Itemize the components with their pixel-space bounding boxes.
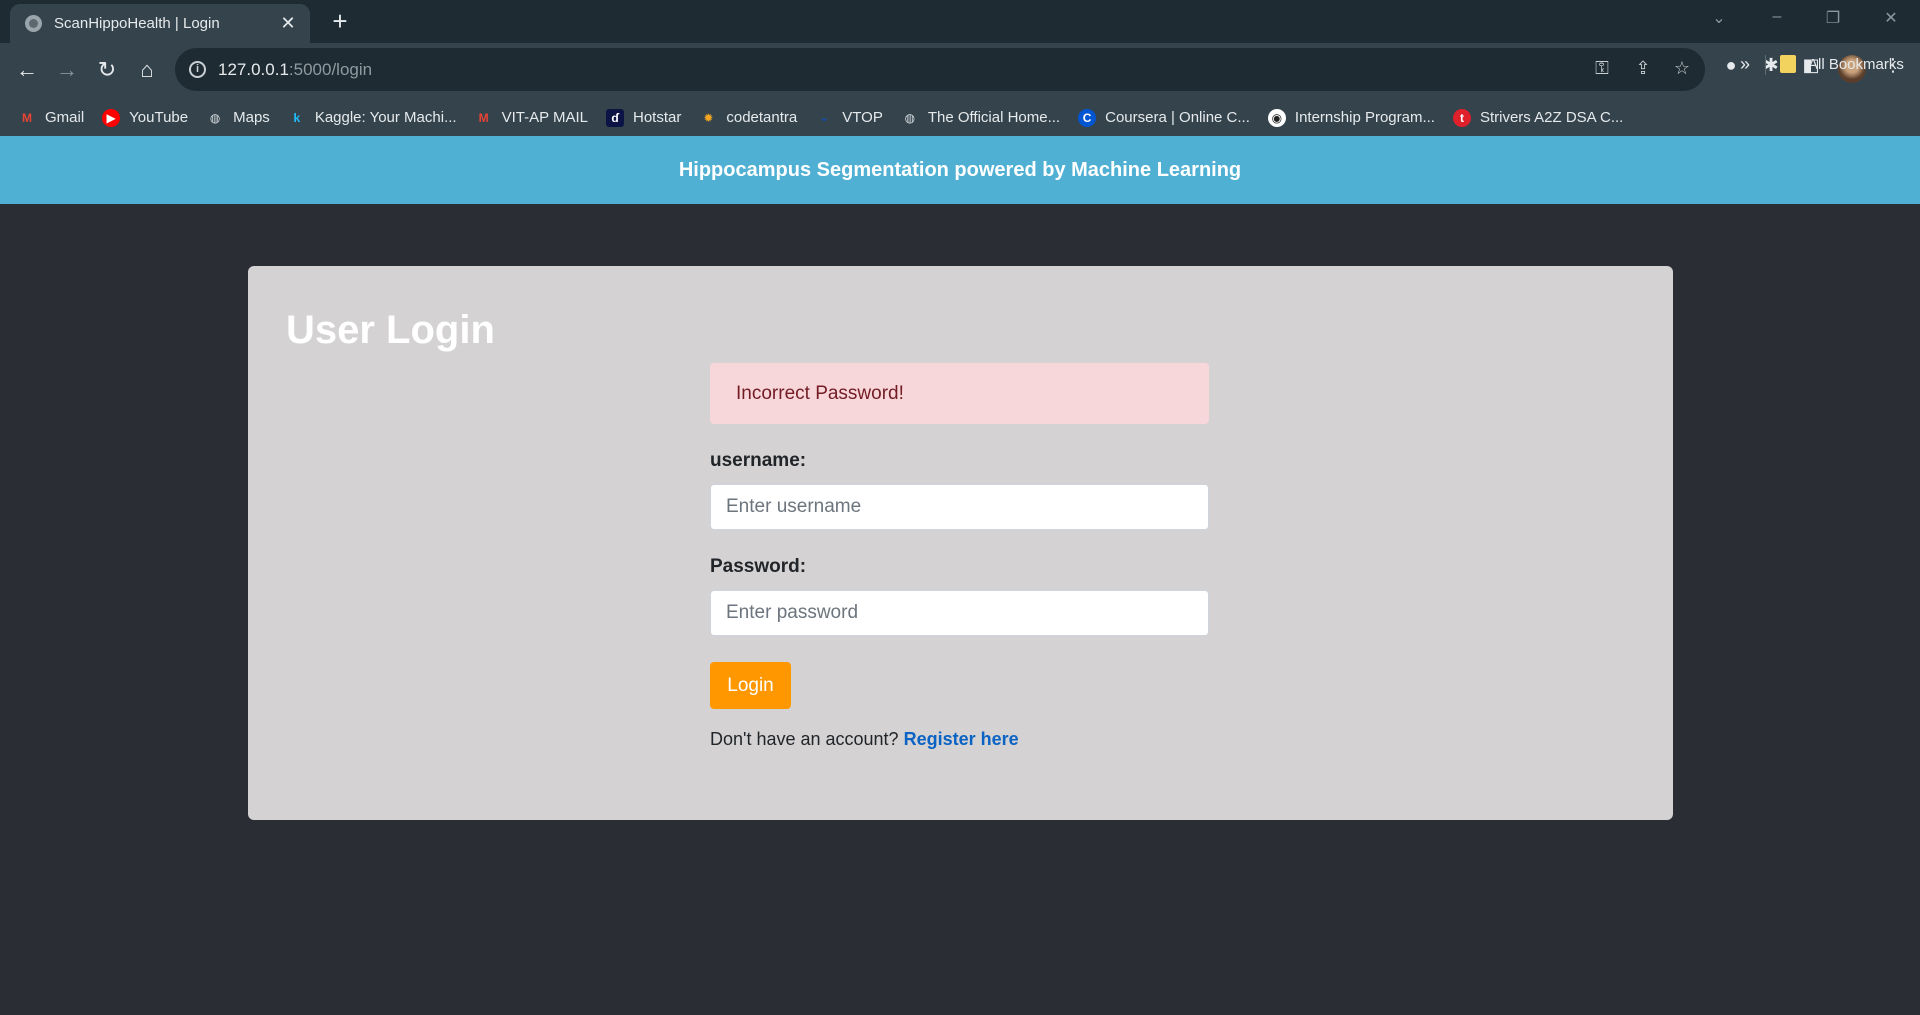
bookmark-label: YouTube: [129, 109, 189, 126]
bookmark-item[interactable]: C Coursera | Online C...: [1078, 108, 1250, 127]
bookmark-label: Strivers A2Z DSA C...: [1479, 109, 1624, 126]
site-title: Hippocampus Segmentation powered by Mach…: [678, 158, 1242, 181]
bookmark-label: VTOP: [842, 109, 883, 126]
bookmark-label: The Official Home...: [927, 109, 1061, 126]
star-icon[interactable]: ☆: [1670, 58, 1694, 79]
address-bar[interactable]: i 127.0.0.1:5000/login ⚿ ⇪ ☆: [175, 48, 1705, 91]
more-bookmarks-icon[interactable]: »: [1740, 54, 1750, 75]
globe-icon: ◍: [209, 110, 221, 125]
close-window-button[interactable]: ✕: [1876, 8, 1906, 28]
error-alert: Incorrect Password!: [710, 363, 1209, 424]
browser-tab[interactable]: ScanHippoHealth | Login ✕: [10, 4, 310, 43]
bookmark-item[interactable]: ◉ Internship Program...: [1267, 108, 1435, 127]
hotstar-icon: ɗ: [606, 108, 624, 127]
globe-icon: ◍: [904, 110, 916, 125]
bookmark-item[interactable]: k Kaggle: Your Machi...: [288, 109, 457, 127]
bookmarks-bar: M Gmail ▶ YouTube ◍ Maps k Kaggle: Your Machi..…: [0, 96, 1920, 139]
reload-button[interactable]: ↻: [92, 55, 122, 85]
bookmark-label: Hotstar: [633, 109, 682, 126]
codetantra-icon: ✹: [703, 110, 714, 125]
all-bookmarks-button[interactable]: All Bookmarks: [1780, 55, 1904, 73]
bookmark-item[interactable]: ◒ VTOP: [815, 109, 883, 127]
new-tab-button[interactable]: +: [325, 6, 355, 36]
tab-search-icon[interactable]: ⌄: [1704, 8, 1734, 28]
bookmark-item[interactable]: M VIT-AP MAIL: [475, 109, 588, 127]
bookmark-item[interactable]: ◍ Maps: [206, 109, 270, 127]
page-title: User Login: [286, 308, 495, 352]
bookmark-label: Maps: [233, 109, 270, 126]
login-form: Incorrect Password! username: Password: …: [710, 363, 1209, 750]
bookmark-label: Coursera | Online C...: [1105, 109, 1250, 126]
all-bookmarks-label: All Bookmarks: [1808, 55, 1904, 73]
login-button[interactable]: Login: [710, 662, 791, 709]
register-link[interactable]: Register here: [904, 729, 1019, 749]
username-input[interactable]: [710, 484, 1209, 530]
bookmark-item[interactable]: ▶ YouTube: [102, 108, 189, 127]
back-button[interactable]: ←: [12, 55, 42, 85]
site-header: Hippocampus Segmentation powered by Mach…: [0, 136, 1920, 204]
forward-button[interactable]: →: [52, 55, 82, 85]
close-tab-icon[interactable]: ✕: [278, 13, 298, 34]
bookmark-item[interactable]: ✹ codetantra: [699, 109, 797, 127]
bookmark-label: codetantra: [726, 109, 798, 126]
coursera-icon: C: [1078, 108, 1097, 127]
register-prompt: Don't have an account? Register here: [710, 729, 1209, 750]
bookmark-item[interactable]: ɗ Hotstar: [606, 108, 682, 127]
login-card: User Login Incorrect Password! username:…: [248, 266, 1673, 820]
youtube-icon: ▶: [102, 108, 121, 127]
home-button[interactable]: ⌂: [132, 55, 162, 85]
bookmark-label: VIT-AP MAIL: [501, 109, 588, 126]
tab-title: ScanHippoHealth | Login: [54, 15, 220, 32]
restore-button[interactable]: ❐: [1818, 8, 1848, 28]
folder-icon: [1780, 55, 1796, 73]
bookmark-item[interactable]: t Strivers A2Z DSA C...: [1452, 108, 1624, 127]
globe-icon: [25, 15, 42, 32]
bookmark-item[interactable]: M Gmail: [18, 109, 84, 127]
browser-tab-strip: ScanHippoHealth | Login ✕ + ⌄ – ❐ ✕: [0, 0, 1920, 43]
share-icon[interactable]: ⇪: [1631, 58, 1655, 79]
vtop-icon: ◒: [820, 110, 828, 125]
gmail-icon: M: [478, 110, 489, 125]
tuf-icon: t: [1452, 108, 1471, 127]
url-text: 127.0.0.1:5000/login: [218, 60, 372, 80]
bookmark-label: Internship Program...: [1294, 109, 1435, 126]
username-label: username:: [710, 450, 807, 471]
gmail-icon: M: [22, 110, 32, 125]
bookmark-label: Kaggle: Your Machi...: [314, 109, 457, 126]
bookmark-item[interactable]: ◍ The Official Home...: [901, 109, 1061, 127]
url-path: :5000/login: [288, 60, 373, 79]
bookmark-label: Gmail: [45, 109, 85, 126]
kaggle-icon: k: [293, 110, 301, 125]
register-prompt-text: Don't have an account?: [710, 729, 899, 749]
password-label: Password:: [710, 556, 807, 577]
internship-icon: ◉: [1267, 108, 1286, 127]
browser-toolbar: ← → ↻ ⌂ i 127.0.0.1:5000/login ⚿ ⇪ ☆ ● ✱…: [0, 43, 1920, 139]
bookmarks-divider: [1765, 55, 1766, 75]
url-host: 127.0.0.1: [218, 60, 289, 79]
site-info-icon[interactable]: i: [189, 61, 206, 78]
key-icon[interactable]: ⚿: [1590, 58, 1614, 79]
minimize-button[interactable]: –: [1762, 8, 1792, 26]
password-input[interactable]: [710, 590, 1209, 636]
